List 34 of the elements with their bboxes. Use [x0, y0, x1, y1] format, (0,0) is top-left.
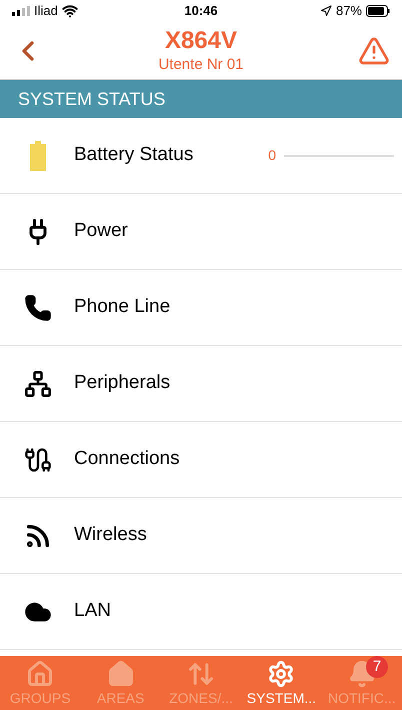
row-label: Wireless [74, 523, 147, 548]
row-label: Connections [74, 447, 180, 472]
status-row[interactable]: Battery Status 0 [0, 118, 402, 194]
battery-reading: 0 [268, 146, 276, 165]
row-label: Battery Status [74, 143, 194, 168]
status-row[interactable]: LAN [0, 574, 402, 650]
status-row[interactable]: Wireless [0, 498, 402, 574]
status-row[interactable]: Connections [0, 422, 402, 498]
signal-icon [12, 6, 30, 16]
notification-badge: 7 [366, 656, 388, 678]
battery-icon [30, 140, 46, 170]
status-row[interactable]: Power [0, 194, 402, 270]
row-label: LAN [74, 599, 111, 624]
clock-time: 10:46 [184, 2, 218, 20]
cable-icon [24, 446, 52, 474]
location-icon [320, 5, 332, 17]
battery-icon [366, 5, 390, 17]
device-title: X864V [164, 26, 238, 56]
user-subtitle: Utente Nr 01 [158, 56, 244, 75]
house-icon [106, 660, 135, 688]
row-label: Phone Line [74, 295, 170, 320]
arrows-icon [187, 660, 216, 688]
row-label: Peripherals [74, 371, 170, 396]
battery-percent: 87% [336, 2, 362, 20]
phone-icon [24, 294, 52, 322]
wifi-icon [62, 3, 78, 19]
carrier-name: Iliad [34, 2, 58, 20]
status-row[interactable]: Phone Line [0, 270, 402, 346]
warning-icon [358, 34, 390, 66]
row-label: Power [74, 219, 128, 244]
status-row[interactable]: Peripherals [0, 346, 402, 422]
network-icon [24, 370, 52, 398]
section-title: SYSTEM STATUS [18, 88, 166, 110]
settings-icon [267, 660, 296, 688]
